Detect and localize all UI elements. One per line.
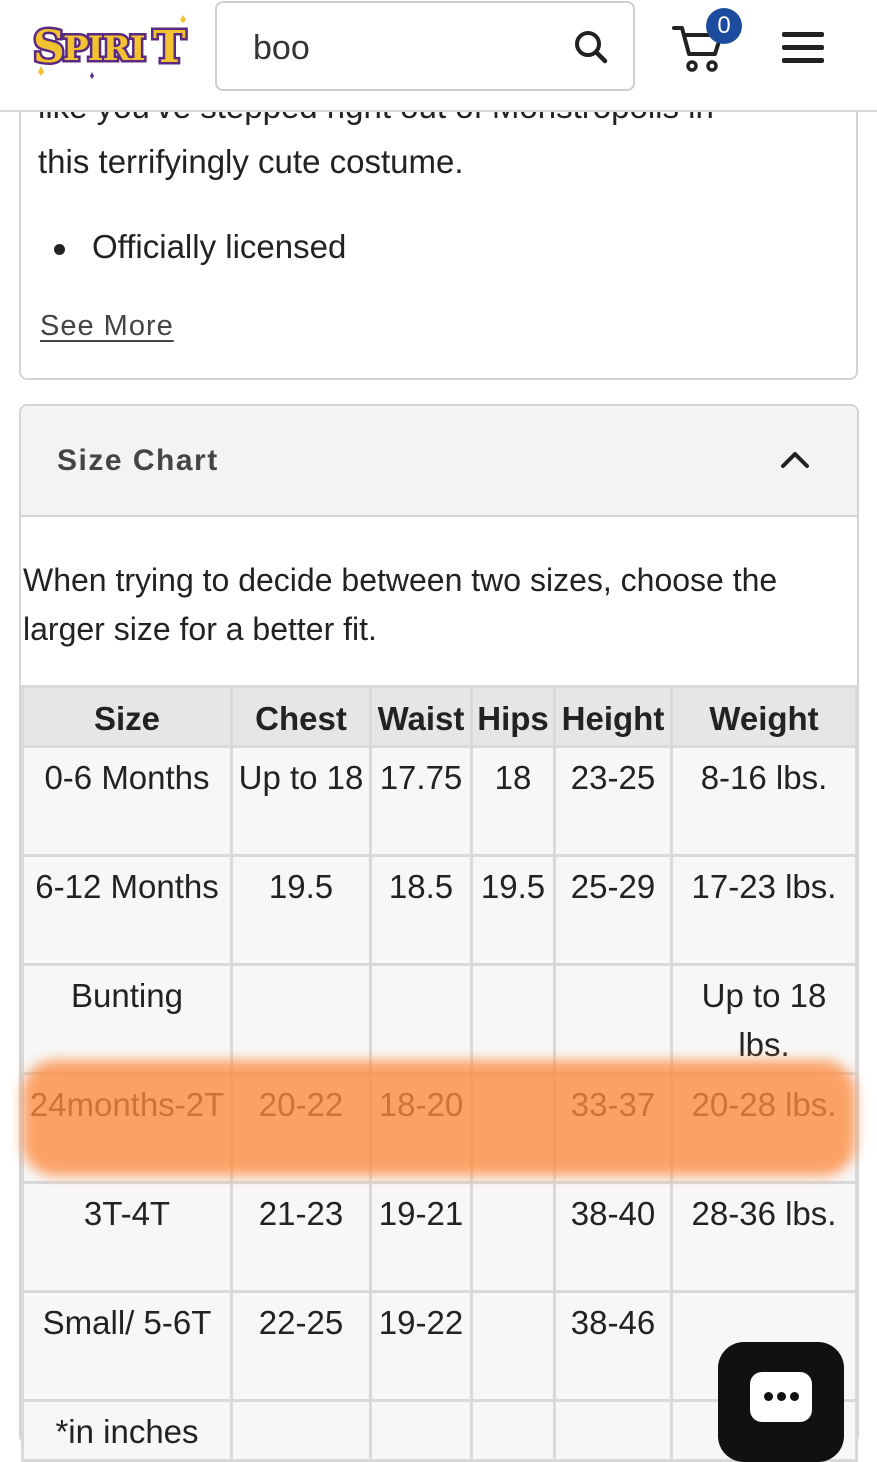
- bullet-dot: [54, 244, 65, 255]
- search-icon[interactable]: [571, 27, 611, 67]
- table-cell: 18.5: [369, 854, 473, 966]
- search-box[interactable]: [215, 1, 635, 91]
- table-cell: 20-28 lbs.: [670, 1072, 858, 1184]
- table-cell: 0-6 Months: [21, 745, 233, 857]
- table-cell: 25-29: [553, 854, 673, 966]
- description-text: this terrifyingly cute costume.: [38, 143, 464, 180]
- table-cell: [470, 1181, 556, 1293]
- size-chart-accordion-header[interactable]: Size Chart: [21, 406, 857, 517]
- see-more-link[interactable]: See More: [40, 310, 174, 343]
- table-cell: 21-23: [230, 1181, 372, 1293]
- table-cell: 17.75: [369, 745, 473, 857]
- table-row: 3T-4T 21-23 19-21 38-40 28-36 lbs.: [21, 1181, 858, 1293]
- table-cell: Bunting: [21, 963, 233, 1075]
- table-cell: 33-37: [553, 1072, 673, 1184]
- column-header: Weight: [670, 685, 858, 748]
- table-cell: [230, 1399, 372, 1462]
- chat-button[interactable]: [718, 1342, 844, 1462]
- table-cell: 28-36 lbs.: [670, 1181, 858, 1293]
- column-header: Height: [553, 685, 673, 748]
- table-cell: 19.5: [470, 854, 556, 966]
- size-chart-title: Size Chart: [57, 444, 219, 477]
- table-cell: 6-12 Months: [21, 854, 233, 966]
- column-header: Hips: [470, 685, 556, 748]
- table-header-row: Size Chest Waist Hips Height Weight: [21, 685, 858, 748]
- chat-bubble-icon: [750, 1372, 812, 1422]
- table-cell: 8-16 lbs.: [670, 745, 858, 857]
- table-cell: 24months-2T: [21, 1072, 233, 1184]
- column-header: Size: [21, 685, 233, 748]
- feature-bullet: Officially licensed: [92, 228, 347, 265]
- svg-text:T: T: [153, 22, 186, 73]
- table-cell: 38-46: [553, 1290, 673, 1402]
- table-cell: 17-23 lbs.: [670, 854, 858, 966]
- table-cell: Up to 18: [230, 745, 372, 857]
- table-cell: [369, 963, 473, 1075]
- hamburger-menu-icon[interactable]: [782, 30, 828, 64]
- size-chart-note: When trying to decide between two sizes,…: [23, 562, 778, 647]
- svg-text:S: S: [33, 22, 65, 73]
- spirit-logo[interactable]: S S PIRI PIRI T T: [30, 14, 195, 80]
- description-partial-line: like you've stepped right out of Monstro…: [38, 112, 818, 128]
- table-cell: 18: [470, 745, 556, 857]
- table-cell: [470, 1399, 556, 1462]
- table-cell: 20-22: [230, 1072, 372, 1184]
- search-input[interactable]: [251, 23, 555, 73]
- table-cell: [369, 1399, 473, 1462]
- table-cell: [470, 1290, 556, 1402]
- table-cell: 19.5: [230, 854, 372, 966]
- table-cell: 19-22: [369, 1290, 473, 1402]
- table-cell: 3T-4T: [21, 1181, 233, 1293]
- table-cell: Up to 18 lbs.: [670, 963, 858, 1075]
- table-cell: Small/ 5-6T: [21, 1290, 233, 1402]
- table-cell: [470, 1072, 556, 1184]
- column-header: Chest: [230, 685, 372, 748]
- table-cell: [470, 963, 556, 1075]
- table-row: 0-6 Months Up to 18 17.75 18 23-25 8-16 …: [21, 745, 858, 857]
- table-cell: 18-20: [369, 1072, 473, 1184]
- svg-text:PIRI: PIRI: [63, 29, 145, 69]
- table-cell: [230, 963, 372, 1075]
- table-footnote: *in inches: [21, 1399, 233, 1462]
- table-cell: 38-40: [553, 1181, 673, 1293]
- table-row: Bunting Up to 18 lbs.: [21, 963, 858, 1075]
- column-header: Waist: [369, 685, 473, 748]
- table-cell: 22-25: [230, 1290, 372, 1402]
- chevron-up-icon[interactable]: [779, 446, 811, 472]
- site-header: S S PIRI PIRI T T 0: [0, 0, 877, 112]
- table-row: 6-12 Months 19.5 18.5 19.5 25-29 17-23 l…: [21, 854, 858, 966]
- table-cell: [553, 963, 673, 1075]
- table-cell: [553, 1399, 673, 1462]
- table-cell: 19-21: [369, 1181, 473, 1293]
- table-cell: 23-25: [553, 745, 673, 857]
- cart-count-badge: 0: [706, 8, 742, 44]
- table-row-highlighted: 24months-2T 20-22 18-20 33-37 20-28 lbs.: [21, 1072, 858, 1184]
